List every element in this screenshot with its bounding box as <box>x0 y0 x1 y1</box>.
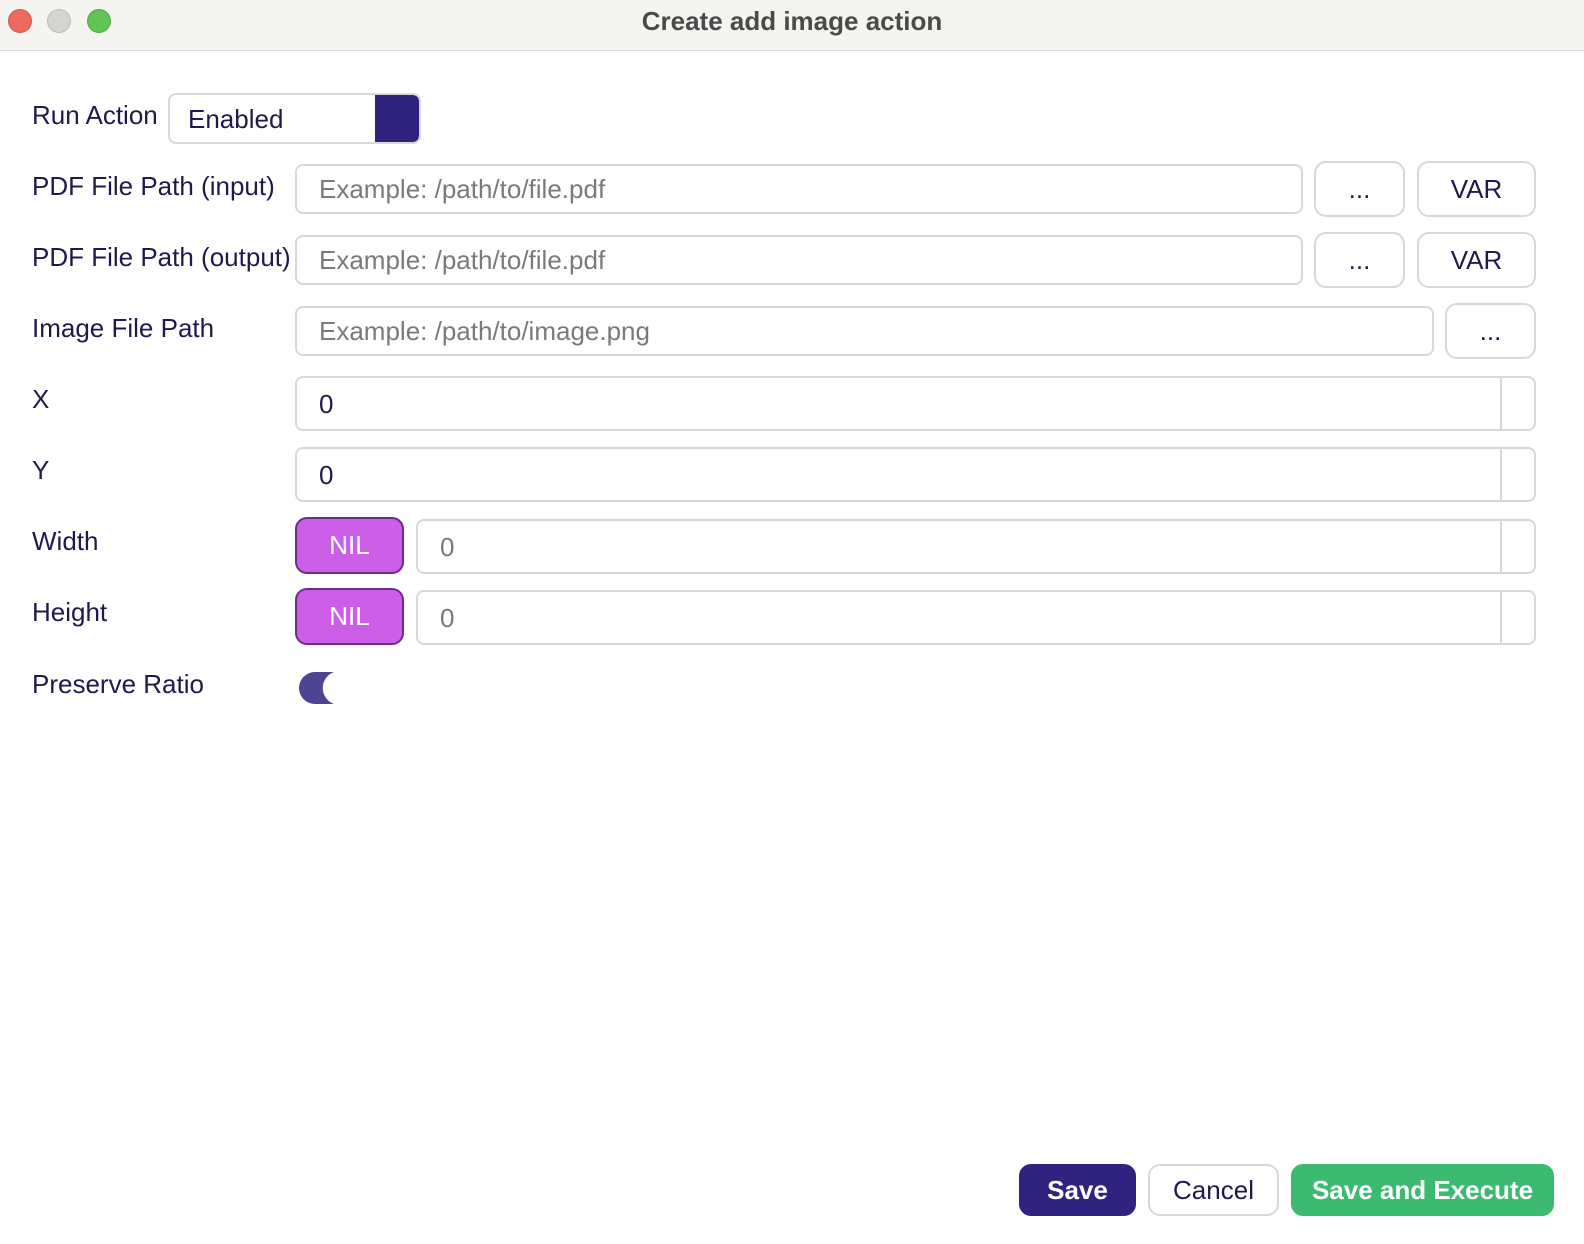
pdf-output-var-button[interactable]: VAR <box>1417 232 1536 288</box>
width-number-input[interactable]: 0 <box>416 519 1536 574</box>
pdf-output-browse-button[interactable]: ... <box>1314 232 1405 288</box>
window-title: Create add image action <box>641 6 943 36</box>
y-number-input[interactable]: 0 <box>295 447 1536 502</box>
height-nil-button[interactable]: NIL <box>295 588 404 645</box>
width-nil-button[interactable]: NIL <box>295 517 404 574</box>
x-label: X <box>32 384 50 414</box>
pdf-input-field[interactable] <box>295 164 1303 214</box>
preserve-ratio-label: Preserve Ratio <box>32 669 204 699</box>
height-number-input[interactable]: 0 <box>416 590 1536 645</box>
image-path-field[interactable] <box>295 306 1434 356</box>
save-and-execute-button[interactable]: Save and Execute <box>1291 1164 1554 1216</box>
pdf-output-field[interactable] <box>295 235 1303 285</box>
y-value: 0 <box>319 460 334 490</box>
width-label: Width <box>32 526 99 556</box>
run-action-label: Run Action <box>32 100 158 130</box>
height-value: 0 <box>440 603 455 633</box>
height-label: Height <box>32 597 108 627</box>
pdf-output-label: PDF File Path (output) <box>32 242 291 272</box>
run-action-value: Enabled <box>188 104 284 134</box>
width-value: 0 <box>440 532 455 562</box>
x-value: 0 <box>319 389 334 419</box>
run-action-select[interactable]: Enabled <box>168 93 421 144</box>
width-stepper[interactable] <box>1500 521 1502 572</box>
preserve-ratio-toggle[interactable] <box>298 671 336 705</box>
x-number-input[interactable]: 0 <box>295 376 1536 431</box>
pdf-input-label: PDF File Path (input) <box>32 171 275 201</box>
cancel-button[interactable]: Cancel <box>1148 1164 1279 1216</box>
window-titlebar: Create add image action <box>0 0 1584 51</box>
y-stepper[interactable] <box>1500 449 1502 500</box>
y-label: Y <box>32 455 50 485</box>
image-path-browse-button[interactable]: ... <box>1445 303 1536 359</box>
pdf-input-browse-button[interactable]: ... <box>1314 161 1405 217</box>
image-path-label: Image File Path <box>32 313 215 343</box>
toggle-handle <box>375 95 419 142</box>
save-button[interactable]: Save <box>1019 1164 1136 1216</box>
x-stepper[interactable] <box>1500 378 1502 429</box>
pdf-input-var-button[interactable]: VAR <box>1417 161 1536 217</box>
height-stepper[interactable] <box>1500 592 1502 643</box>
